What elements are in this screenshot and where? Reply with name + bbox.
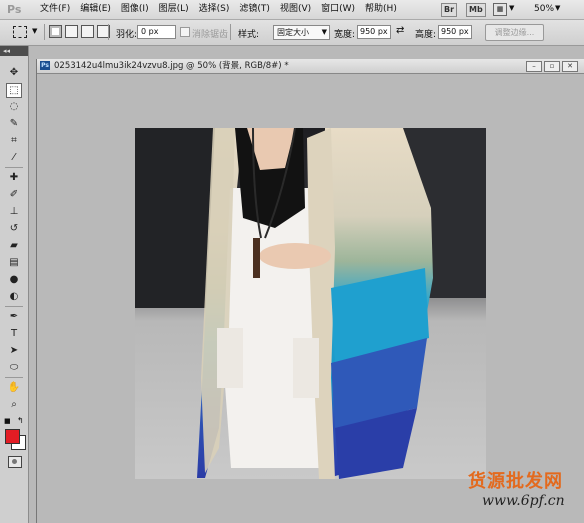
- menu-filter[interactable]: 滤镜(T): [234, 0, 275, 19]
- menu-layer[interactable]: 图层(L): [154, 0, 194, 19]
- blur-icon[interactable]: ●: [7, 273, 21, 286]
- menu-edit[interactable]: 编辑(E): [75, 0, 116, 19]
- bridge-button[interactable]: Br: [441, 3, 458, 17]
- ps-document-icon: Ps: [40, 61, 50, 70]
- pen-icon[interactable]: ✒: [7, 310, 21, 323]
- type-icon[interactable]: T: [7, 327, 21, 340]
- subtract-selection-button[interactable]: [81, 25, 94, 38]
- swap-colors-icon[interactable]: ↰: [17, 416, 24, 425]
- chevron-down-icon[interactable]: ▼: [509, 4, 514, 12]
- menu-select[interactable]: 选择(S): [194, 0, 235, 19]
- divider: [5, 167, 23, 168]
- photo-image: [135, 128, 486, 479]
- shape-icon[interactable]: ⬭: [7, 361, 21, 374]
- menu-help[interactable]: 帮助(H): [360, 0, 402, 19]
- add-selection-button[interactable]: [65, 25, 78, 38]
- menu-window[interactable]: 窗口(W): [316, 0, 360, 19]
- feather-input[interactable]: 0 px: [137, 25, 176, 39]
- canvas-photo[interactable]: [135, 128, 486, 479]
- width-input[interactable]: 950 px: [357, 25, 391, 39]
- feather-label: 羽化:: [116, 30, 138, 40]
- divider: [5, 306, 23, 307]
- crop-icon[interactable]: ⌗: [7, 134, 21, 147]
- stamp-icon[interactable]: ⊥: [7, 205, 21, 218]
- canvas-area[interactable]: [37, 74, 584, 523]
- foreground-color-swatch[interactable]: [5, 429, 20, 444]
- menu-image[interactable]: 图像(I): [116, 0, 154, 19]
- style-value: 固定大小: [277, 28, 309, 37]
- default-colors-icon[interactable]: ■: [4, 417, 11, 425]
- lasso-icon[interactable]: ◌: [7, 100, 21, 113]
- eyedropper-icon[interactable]: ⁄: [7, 151, 21, 164]
- minimize-icon[interactable]: –: [526, 61, 542, 72]
- quick-select-icon[interactable]: ✎: [7, 117, 21, 130]
- menu-items: 文件(F) 编辑(E) 图像(I) 图层(L) 选择(S) 滤镜(T) 视图(V…: [35, 0, 402, 19]
- menu-bar: Ps 文件(F) 编辑(E) 图像(I) 图层(L) 选择(S) 滤镜(T) 视…: [0, 0, 584, 20]
- marquee-icon[interactable]: ⬚: [6, 83, 22, 98]
- chevron-down-icon[interactable]: ▼: [555, 4, 560, 12]
- antialias-checkbox[interactable]: [180, 27, 190, 37]
- hand-icon[interactable]: ✋: [7, 381, 21, 394]
- chevron-down-icon[interactable]: ▼: [32, 27, 37, 35]
- antialias-label: 消除锯齿: [192, 30, 229, 40]
- document-tab[interactable]: Ps 0253142u4lmu3ik24vzvu8.jpg @ 50% (背景,…: [37, 59, 584, 74]
- quick-mask-icon[interactable]: [8, 456, 22, 468]
- dodge-icon[interactable]: ◐: [7, 290, 21, 303]
- style-select[interactable]: 固定大小 ▼: [273, 25, 330, 40]
- toolbox-collapse-icon[interactable]: ◂◂: [0, 46, 28, 56]
- toolbox: ◂◂ ✥ ⬚ ◌ ✎ ⌗ ⁄ ✚ ✐ ⊥ ↺ ▰ ▤ ● ◐ ✒ T ➤ ⬭ ✋…: [0, 46, 29, 523]
- width-label: 宽度:: [334, 30, 356, 40]
- divider: [230, 24, 231, 40]
- mini-bridge-button[interactable]: Mb: [466, 3, 486, 17]
- divider: [5, 377, 23, 378]
- new-selection-button[interactable]: [49, 25, 62, 38]
- arrange-documents-icon[interactable]: ▦: [493, 3, 507, 16]
- swap-icon[interactable]: ⇄: [396, 25, 404, 36]
- height-label: 高度:: [415, 30, 437, 40]
- height-input[interactable]: 950 px: [438, 25, 472, 39]
- zoom-icon[interactable]: ⌕: [7, 398, 21, 411]
- gradient-icon[interactable]: ▤: [7, 256, 21, 269]
- watermark-url: www.6pf.cn: [482, 493, 565, 509]
- watermark-brand: 货源批发网: [468, 471, 563, 492]
- healing-icon[interactable]: ✚: [7, 171, 21, 184]
- refine-edge-button[interactable]: 调整边缘...: [485, 24, 544, 41]
- zoom-level[interactable]: 50%: [534, 0, 554, 19]
- move-icon[interactable]: ✥: [7, 66, 21, 79]
- app-logo: Ps: [7, 3, 22, 16]
- brush-icon[interactable]: ✐: [7, 188, 21, 201]
- close-icon[interactable]: ✕: [562, 61, 578, 72]
- eraser-icon[interactable]: ▰: [7, 239, 21, 252]
- path-select-icon[interactable]: ➤: [7, 344, 21, 357]
- history-brush-icon[interactable]: ↺: [7, 222, 21, 235]
- style-label: 样式:: [238, 30, 260, 40]
- menu-file[interactable]: 文件(F): [35, 0, 75, 19]
- menu-view[interactable]: 视图(V): [275, 0, 316, 19]
- divider: [44, 24, 45, 40]
- options-bar: ▼ 羽化: 0 px 消除锯齿 样式: 固定大小 ▼ 宽度: 950 px ⇄ …: [0, 20, 584, 46]
- chevron-down-icon: ▼: [321, 28, 327, 36]
- document-window: Ps 0253142u4lmu3ik24vzvu8.jpg @ 50% (背景,…: [36, 59, 584, 523]
- marquee-preset-icon[interactable]: [13, 26, 27, 38]
- divider: [108, 24, 109, 40]
- restore-icon[interactable]: ▫: [544, 61, 560, 72]
- selection-modes: [49, 25, 110, 38]
- document-title: 0253142u4lmu3ik24vzvu8.jpg @ 50% (背景, RG…: [54, 61, 289, 71]
